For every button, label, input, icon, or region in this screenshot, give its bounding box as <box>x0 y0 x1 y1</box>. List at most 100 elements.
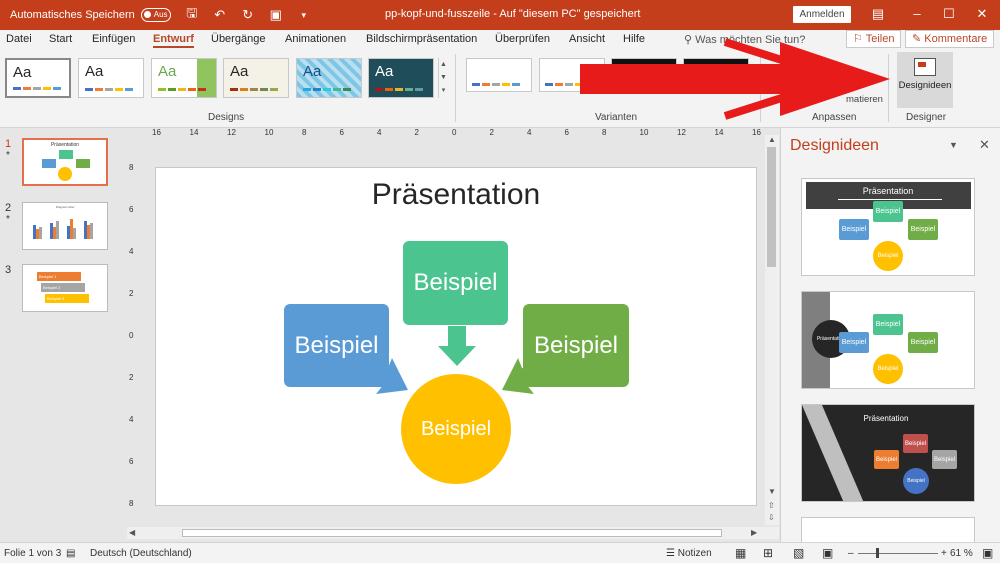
signin-button[interactable]: Anmelden <box>793 6 851 23</box>
ribbon-display-icon[interactable]: ▤ <box>871 6 885 22</box>
idea-box: Beispiel <box>932 450 957 469</box>
spellcheck-icon[interactable]: ▤ <box>66 548 75 559</box>
save-icon[interactable]: 🖫 <box>185 4 199 26</box>
scroll-right-icon[interactable]: ▶ <box>751 528 757 537</box>
tab-bildschirmpraesentation[interactable]: Bildschirmpräsentation <box>366 33 477 45</box>
ruler-tick-label: 12 <box>227 128 236 137</box>
design-idea-3[interactable]: Präsentation Beispiel Beispiel Beispiel … <box>801 404 975 502</box>
zoom-slider[interactable] <box>858 553 938 554</box>
theme-office-2[interactable]: Aa <box>78 58 144 98</box>
theme-ion[interactable]: Aa <box>296 58 362 98</box>
comments-button[interactable]: ✎ Kommentare <box>905 30 995 48</box>
diagram-box-right[interactable]: Beispiel <box>523 304 629 387</box>
designer-pane-title: Designideen <box>790 137 879 154</box>
maximize-icon[interactable]: ☐ <box>942 6 956 22</box>
close-pane-icon[interactable]: ✕ <box>979 137 990 153</box>
themes-gallery-scroll[interactable]: ▲ ▼ ▾ <box>438 58 448 98</box>
zoom-slider-thumb[interactable] <box>876 548 879 558</box>
normal-view-icon[interactable]: ▦ <box>735 546 746 560</box>
scroll-down-icon[interactable]: ▼ <box>768 487 776 496</box>
red-arrow-annotation <box>580 38 890 120</box>
design-ideas-label: Designideen <box>898 80 952 91</box>
down-arrow-shape <box>438 326 476 366</box>
fit-to-window-icon[interactable]: ▣ <box>982 546 993 560</box>
autosave-state: Aus <box>153 10 168 19</box>
previous-slide-icon[interactable]: ⇧ <box>768 501 775 510</box>
scroll-up-icon[interactable]: ▲ <box>768 135 776 144</box>
ruler-tick-label: 12 <box>677 128 686 137</box>
slide-thumbnails-pane: 1 * Präsentation 2 * Diagrammtitel 3 Bei… <box>0 128 120 542</box>
autosave-label: Automatisches Speichern <box>10 9 135 21</box>
undo-icon[interactable]: ↶ <box>213 7 227 23</box>
design-ideas-button[interactable]: Designideen <box>897 52 953 108</box>
tab-animationen[interactable]: Animationen <box>285 33 346 45</box>
scroll-left-icon[interactable]: ◀ <box>129 528 135 537</box>
start-presentation-icon[interactable]: ▣ <box>269 7 283 23</box>
idea-title: Präsentation <box>863 414 909 423</box>
autosave-toggle[interactable]: Aus <box>140 8 171 22</box>
idea-box: Beispiel <box>903 434 928 453</box>
zoom-in-icon[interactable]: + <box>941 548 947 559</box>
powerpoint-window: Automatisches Speichern Aus 🖫 ↶ ↻ ▣ ▾ pp… <box>0 0 1000 563</box>
customize-qat-icon[interactable]: ▾ <box>297 10 311 21</box>
ruler-tick-label: 6 <box>564 128 569 137</box>
close-icon[interactable]: ✕ <box>975 6 989 22</box>
reading-view-icon[interactable]: ▧ <box>793 546 804 560</box>
diagram-box-left[interactable]: Beispiel <box>284 304 389 387</box>
tab-uebergaenge[interactable]: Übergänge <box>211 33 265 45</box>
designer-pane: Designideen ▼ ✕ Präsentation Beispiel Be… <box>780 128 1000 547</box>
theme-colors <box>13 87 61 90</box>
zoom-out-icon[interactable]: – <box>848 548 854 559</box>
minimize-icon[interactable]: – <box>910 6 924 21</box>
slide-sorter-icon[interactable]: ⊞ <box>763 546 773 560</box>
theme-ion-boardroom[interactable]: Aa <box>368 58 434 98</box>
document-title: pp-kopf-und-fusszeile - Auf "diesem PC" … <box>385 8 641 20</box>
thumb-chart <box>33 219 93 239</box>
horizontal-scrollbar[interactable]: ◀ ▶ <box>127 527 779 539</box>
status-bar: Folie 1 von 3 ▤ Deutsch (Deutschland) ☰ … <box>0 542 1000 563</box>
diagram-circle-center[interactable]: Beispiel <box>401 374 511 484</box>
notes-icon: ☰ <box>666 548 678 559</box>
comments-label: Kommentare <box>924 33 988 45</box>
thumb-list-item: Beispiel 1 <box>37 272 81 281</box>
ruler-tick-label: 8 <box>602 128 607 137</box>
tab-datei[interactable]: Datei <box>6 33 32 45</box>
idea-box: Beispiel <box>908 332 938 353</box>
idea-box: Beispiel <box>908 219 938 240</box>
group-separator <box>455 54 456 122</box>
theme-colors <box>158 88 206 91</box>
vertical-scroll-thumb[interactable] <box>767 147 776 267</box>
horizontal-scroll-thumb[interactable] <box>182 529 722 537</box>
tab-ueberpruefen[interactable]: Überprüfen <box>495 33 550 45</box>
variant-1[interactable] <box>466 58 532 92</box>
pane-options-icon[interactable]: ▼ <box>949 140 958 150</box>
design-idea-1[interactable]: Präsentation Beispiel Beispiel Beispiel … <box>801 178 975 276</box>
slide-count[interactable]: Folie 1 von 3 <box>4 548 61 559</box>
theme-integral[interactable]: Aa <box>223 58 289 98</box>
theme-office[interactable]: Aa <box>5 58 71 98</box>
notes-button[interactable]: ☰ Notizen <box>666 548 712 559</box>
design-idea-2[interactable]: Präsentation Beispiel Beispiel Beispiel … <box>801 291 975 389</box>
language-indicator[interactable]: Deutsch (Deutschland) <box>90 548 192 559</box>
slide-thumbnail-3[interactable]: Beispiel 1 Beispiel 2 Beispiel 3 <box>22 264 108 312</box>
thumbnail-number: 3 <box>5 264 12 276</box>
designs-group-label: Designs <box>208 112 245 123</box>
tab-entwurf[interactable]: Entwurf <box>153 33 194 48</box>
slideshow-icon[interactable]: ▣ <box>822 546 833 560</box>
tab-einfuegen[interactable]: Einfügen <box>92 33 135 45</box>
diagram-box-top[interactable]: Beispiel <box>403 241 508 325</box>
ruler-tick-label: 16 <box>152 128 161 137</box>
ruler-tick-label: 16 <box>752 128 761 137</box>
theme-facet[interactable]: Aa <box>151 58 217 98</box>
thumbnail-number: 2 <box>5 202 12 214</box>
tab-start[interactable]: Start <box>49 33 72 45</box>
redo-icon[interactable]: ↻ <box>241 7 255 23</box>
slide-thumbnail-2[interactable]: Diagrammtitel <box>22 202 108 250</box>
vertical-scrollbar[interactable]: ▲ ▼ ⇧ ⇩ <box>765 135 779 525</box>
thumb-box <box>59 150 73 159</box>
idea-box: Beispiel <box>873 201 903 222</box>
zoom-level[interactable]: 61 % <box>950 548 973 559</box>
slide-canvas[interactable]: Präsentation Beispiel Beispiel Beispiel … <box>156 168 756 505</box>
next-slide-icon[interactable]: ⇩ <box>768 513 775 522</box>
slide-thumbnail-1[interactable]: Präsentation <box>22 138 108 186</box>
